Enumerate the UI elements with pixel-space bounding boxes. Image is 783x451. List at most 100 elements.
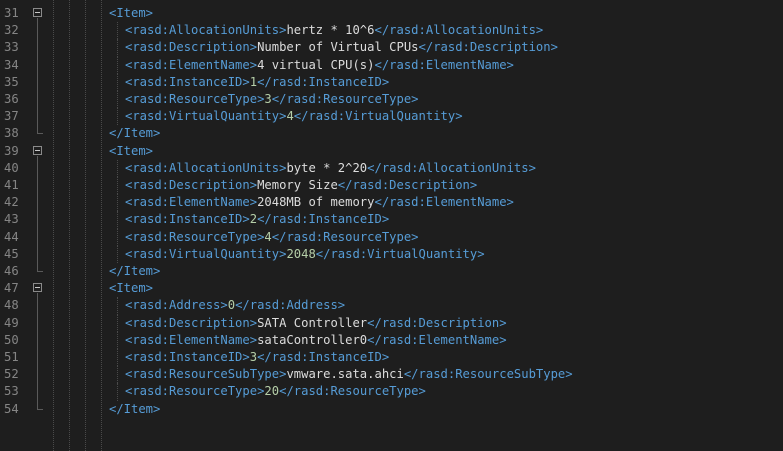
line-number: 51 — [4, 350, 19, 364]
xml-tag: <rasd:ElementName> — [125, 57, 258, 72]
line-number: 31 — [4, 6, 19, 20]
line-number: 50 — [4, 332, 19, 347]
xml-tag: </rasd:ElementName> — [374, 57, 514, 72]
line-number: 42 — [4, 195, 19, 210]
code-line[interactable]: 33 <rasd:Description>Number of Virtual CP… — [0, 39, 783, 56]
line-number: 35 — [4, 74, 19, 89]
code-text: <Item> — [109, 143, 153, 160]
code-line[interactable]: 32 <rasd:AllocationUnits>hertz * 10^6</ra… — [0, 22, 783, 39]
code-text: <rasd:AllocationUnits>hertz * 10^6</rasd… — [125, 22, 543, 39]
line-number: 48 — [4, 298, 19, 313]
line-number: 54 — [4, 401, 19, 416]
xml-value: 0 — [227, 298, 236, 313]
code-line[interactable]: 39 <Item> — [0, 143, 783, 160]
xml-tag: </rasd:AllocationUnits> — [374, 23, 544, 38]
line-number: 37 — [4, 109, 19, 124]
code-text: <rasd:ResourceSubType>vmware.sata.ahci</… — [125, 366, 573, 383]
code-text: <rasd:VirtualQuantity>2048</rasd:Virtual… — [125, 246, 485, 263]
xml-tag: </Item> — [109, 126, 161, 141]
xml-value: 3 — [264, 92, 272, 106]
collapse-toggle-icon[interactable] — [33, 145, 42, 155]
xml-tag: </rasd:Description> — [367, 315, 507, 330]
xml-tag: </rasd:ResourceType> — [271, 92, 419, 106]
line-number: 39 — [4, 143, 19, 158]
code-text: <rasd:ElementName>sataController0</rasd:… — [125, 332, 507, 349]
xml-value: Number of Virtual CPUs — [257, 40, 419, 55]
code-line[interactable]: 34 <rasd:ElementName>4 virtual CPU(s)</ra… — [0, 57, 783, 74]
code-text: <rasd:ResourceType>20</rasd:ResourceType… — [125, 383, 426, 400]
xml-value: hertz * 10^6 — [286, 23, 375, 38]
code-line[interactable]: 53 <rasd:ResourceType>20</rasd:ResourceTy… — [0, 383, 783, 400]
code-line[interactable]: 46 </Item> — [0, 263, 783, 280]
xml-tag: <rasd:Description> — [125, 315, 258, 330]
xml-tag: <rasd:VirtualQuantity> — [125, 109, 287, 124]
collapse-toggle-icon[interactable] — [33, 283, 42, 293]
code-text: </Item> — [109, 401, 160, 418]
code-line[interactable]: 37 <rasd:VirtualQuantity>4</rasd:VirtualQ… — [0, 108, 783, 125]
xml-tag: </rasd:InstanceID> — [257, 350, 390, 364]
xml-tag: <rasd:InstanceID> — [125, 212, 250, 227]
code-line[interactable]: 50 <rasd:ElementName>sataController0</ras… — [0, 332, 783, 349]
xml-tag: </rasd:VirtualQuantity> — [315, 246, 485, 261]
code-text: </Item> — [109, 263, 160, 280]
xml-tag: </rasd:VirtualQuantity> — [293, 109, 463, 124]
code-line[interactable]: 40 <rasd:AllocationUnits>byte * 2^20</ras… — [0, 160, 783, 177]
code-line[interactable]: 45 <rasd:VirtualQuantity>2048</rasd:Virtu… — [0, 246, 783, 263]
line-number: 44 — [4, 229, 19, 244]
code-line[interactable]: 43 <rasd:InstanceID>2</rasd:InstanceID> — [0, 211, 783, 228]
line-number: 45 — [4, 246, 19, 261]
code-text: <rasd:ResourceType>4</rasd:ResourceType> — [125, 229, 419, 246]
line-number: 46 — [4, 264, 19, 278]
xml-tag: </rasd:InstanceID> — [257, 74, 390, 89]
xml-tag: <rasd:ResourceType> — [125, 384, 265, 399]
xml-value: 2048MB of memory — [257, 195, 375, 210]
collapse-toggle-icon[interactable] — [33, 8, 42, 17]
xml-tag: <Item> — [109, 6, 154, 20]
code-text: <rasd:Description>SATA Controller</rasd:… — [125, 315, 507, 332]
xml-tag: <rasd:VirtualQuantity> — [125, 246, 287, 261]
xml-tag: <rasd:ResourceSubType> — [125, 367, 287, 382]
code-line[interactable]: 52 <rasd:ResourceSubType>vmware.sata.ahci… — [0, 366, 783, 383]
xml-tag: </rasd:Description> — [337, 178, 478, 192]
code-line[interactable]: 36 <rasd:ResourceType>3</rasd:ResourceTyp… — [0, 91, 783, 108]
code-line[interactable]: 42 <rasd:ElementName>2048MB of memory</ra… — [0, 194, 783, 211]
code-text: <rasd:ElementName>4 virtual CPU(s)</rasd… — [125, 57, 514, 74]
xml-tag: <Item> — [109, 281, 154, 296]
code-line[interactable]: 51 <rasd:InstanceID>3</rasd:InstanceID> — [0, 349, 783, 366]
line-number: 33 — [4, 40, 19, 55]
line-number: 32 — [4, 23, 19, 38]
code-line[interactable]: 35 <rasd:InstanceID>1</rasd:InstanceID> — [0, 74, 783, 91]
code-text: <rasd:VirtualQuantity>4</rasd:VirtualQua… — [125, 108, 463, 125]
xml-value: 2 — [249, 212, 258, 227]
line-number: 41 — [4, 178, 19, 192]
xml-tag: </rasd:ResourceSubType> — [403, 367, 573, 382]
code-line[interactable]: 47 <Item> — [0, 280, 783, 297]
code-text: <rasd:InstanceID>3</rasd:InstanceID> — [125, 349, 389, 366]
line-number: 38 — [4, 126, 19, 141]
xml-tag: <rasd:AllocationUnits> — [125, 23, 287, 38]
code-line[interactable]: 54 </Item> — [0, 401, 783, 418]
xml-tag: <rasd:InstanceID> — [125, 74, 250, 89]
code-text: <rasd:Address>0</rasd:Address> — [125, 297, 345, 314]
xml-value: vmware.sata.ahci — [286, 367, 404, 382]
line-number: 53 — [4, 384, 19, 399]
code-line[interactable]: 41 <rasd:Description>Memory Size</rasd:De… — [0, 177, 783, 194]
xml-tag: <Item> — [109, 143, 154, 158]
xml-value: sataController0 — [257, 332, 368, 347]
xml-tag: </rasd:AllocationUnits> — [367, 160, 536, 175]
code-line[interactable]: 38 </Item> — [0, 125, 783, 142]
code-line[interactable]: 44 <rasd:ResourceType>4</rasd:ResourceTyp… — [0, 229, 783, 246]
xml-tag: <rasd:Description> — [125, 40, 258, 55]
xml-value: 4 virtual CPU(s) — [257, 57, 375, 72]
code-text: <Item> — [109, 280, 153, 297]
code-line[interactable]: 31 <Item> — [0, 5, 783, 22]
code-line[interactable]: 48 <rasd:Address>0</rasd:Address> — [0, 297, 783, 314]
xml-tag: <rasd:ResourceType> — [125, 229, 265, 244]
code-editor[interactable]: 31 <Item> 32 <rasd:AllocationUnits>hertz * … — [0, 0, 783, 451]
xml-tag: <rasd:Address> — [125, 298, 228, 313]
xml-tag: <rasd:InstanceID> — [125, 350, 250, 364]
code-line[interactable]: 49 <rasd:Description>SATA Controller</ras… — [0, 315, 783, 332]
xml-tag: </rasd:InstanceID> — [257, 212, 390, 227]
code-text: <rasd:Description>Number of Virtual CPUs… — [125, 39, 558, 56]
xml-tag: <rasd:ElementName> — [125, 195, 258, 210]
